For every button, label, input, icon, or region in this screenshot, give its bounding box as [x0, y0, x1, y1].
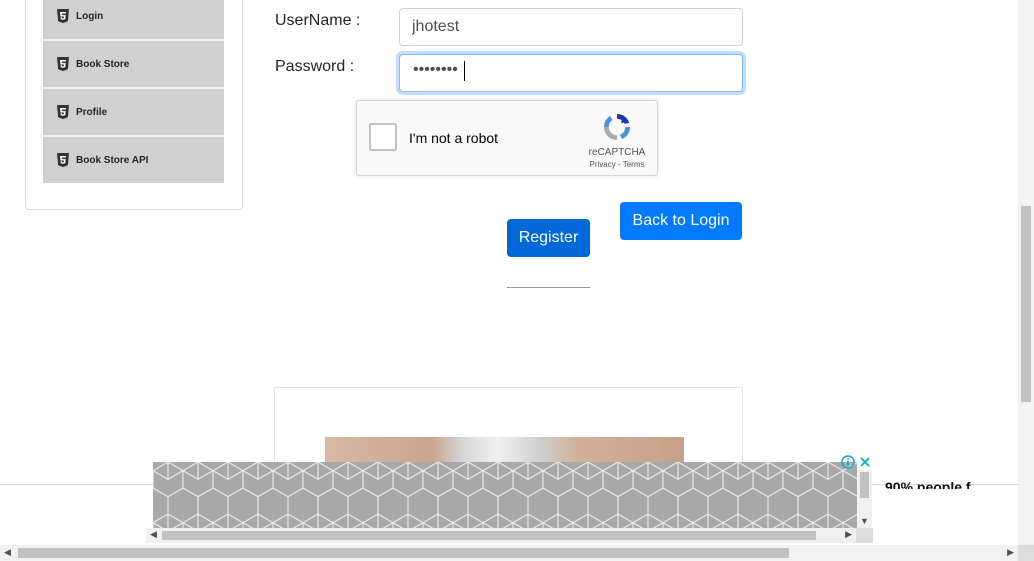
recaptcha-links[interactable]: Privacy - Terms: [579, 160, 655, 169]
cube-pattern: [153, 462, 857, 528]
password-masked-value: ••••••••: [413, 61, 458, 78]
html5-icon: [57, 153, 69, 167]
sidebar-item-book-store[interactable]: Book Store: [43, 41, 224, 87]
sidebar-item-login[interactable]: Login: [43, 0, 224, 39]
divider: [507, 287, 590, 288]
scrollbar-corner: [856, 528, 873, 543]
sidebar-item-label: Profile: [76, 106, 108, 118]
text-caret: [464, 61, 465, 81]
html5-icon: [57, 57, 69, 71]
chevron-down-icon[interactable]: ▼: [860, 516, 869, 526]
page-horizontal-scrollbar[interactable]: ◀ ▶: [0, 545, 1018, 561]
recaptcha-label: I'm not a robot: [409, 130, 499, 146]
sidebar-item-label: Book Store: [76, 58, 130, 70]
password-label: Password :: [275, 58, 355, 75]
chevron-right-icon[interactable]: ▶: [1007, 547, 1014, 558]
scrollbar-corner: [1018, 545, 1034, 561]
ad-info-icon[interactable]: [841, 455, 855, 469]
html5-icon: [57, 9, 69, 23]
ad-partial-text: 90% people f...: [885, 479, 983, 489]
chevron-left-icon[interactable]: ◀: [150, 529, 157, 540]
chevron-right-icon[interactable]: ▶: [845, 529, 852, 540]
sidebar-item-label: Book Store API: [76, 154, 149, 166]
recaptcha-widget: I'm not a robot reCAPTCHA Privacy - Term…: [356, 100, 658, 176]
scrollbar-thumb[interactable]: [1021, 206, 1031, 402]
ad-vertical-scrollbar[interactable]: ▼: [857, 470, 872, 528]
scrollbar-thumb[interactable]: [18, 548, 789, 558]
chevron-left-icon[interactable]: ◀: [4, 547, 11, 558]
sidebar-item-profile[interactable]: Profile: [43, 89, 224, 135]
sidebar-item-book-store-api[interactable]: Book Store API: [43, 137, 224, 183]
sidebar-item-label: Login: [76, 10, 104, 22]
recaptcha-logo-icon: [603, 114, 630, 140]
ad-horizontal-scrollbar[interactable]: ◀ ▶: [146, 528, 856, 543]
username-input[interactable]: [399, 8, 743, 46]
close-icon[interactable]: [858, 455, 872, 469]
register-button[interactable]: Register: [507, 219, 590, 257]
scrollbar-thumb[interactable]: [162, 531, 816, 540]
ad-banner[interactable]: [153, 462, 857, 528]
username-label: UserName :: [275, 12, 361, 29]
html5-icon: [57, 105, 69, 119]
scrollbar-thumb[interactable]: [860, 472, 869, 498]
page-vertical-scrollbar[interactable]: [1018, 0, 1034, 545]
back-to-login-button[interactable]: Back to Login: [620, 202, 742, 240]
recaptcha-brand: reCAPTCHA: [588, 147, 646, 158]
recaptcha-checkbox[interactable]: [369, 123, 397, 151]
